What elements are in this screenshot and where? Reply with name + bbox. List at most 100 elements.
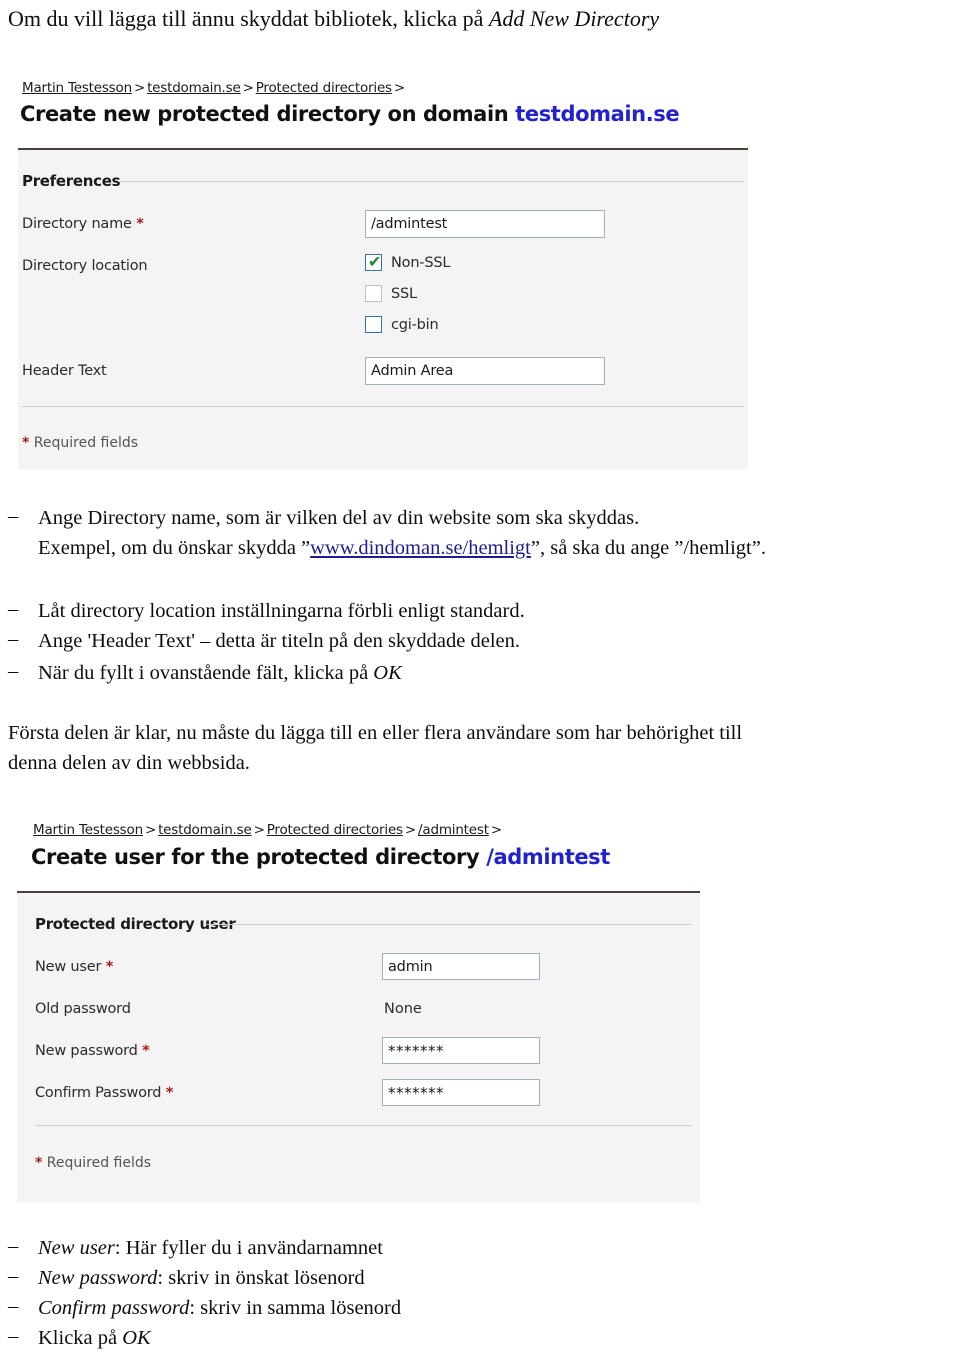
bullet-marker-6: – [8,1265,19,1287]
bullet-7-rest: : skriv in samma lösenord [189,1297,402,1319]
section-title-protected-directory-user: Protected directory user [35,915,236,933]
breadcrumb-2-item-protected-directories[interactable]: Protected directories [267,822,403,838]
section-title-preferences: Preferences [22,172,121,190]
intro-heading-text: Om du vill lägga till ännu skyddat bibli… [8,6,489,31]
value-old-password: None [384,1001,422,1017]
label-directory-name-text: Directory name [22,216,132,232]
screenshot-create-directory: Martin Testesson > testdomain.se > Protected… [0,70,760,480]
intro-heading: Om du vill lägga till ännu skyddat bibli… [8,6,659,32]
breadcrumb-2-item-domain[interactable]: testdomain.se [158,822,252,838]
breadcrumb-2-separator-1: > [144,822,157,838]
bullet-8-text: Klicka på OK [38,1325,151,1351]
input-confirm-password-value: ******* [388,1083,444,1102]
bullet-3-text: Ange 'Header Text' – detta är titeln på … [38,630,521,652]
input-new-user-value: admin [388,958,433,975]
label-old-password: Old password [35,1001,131,1017]
page-title-create-directory: Create new protected directory on domain… [20,102,680,126]
required-asterisk-directory-name: * [136,216,144,232]
bullet-marker-1: – [8,505,19,527]
panel-footer-divider [22,406,744,407]
panel-2-footer-divider [35,1125,692,1126]
required-asterisk-confirm-password: * [165,1085,174,1101]
breadcrumb-create-user[interactable]: Martin Testesson > testdomain.se > Protected… [33,822,504,838]
checkbox-non-ssl-icon[interactable]: ✔ [365,252,382,271]
bullet-marker-8: – [8,1325,19,1347]
required-asterisk-new-password: * [142,1043,150,1059]
bullet-marker-2: – [8,598,19,620]
required-fields-note-2: * Required fields [35,1155,151,1171]
bullet-8-pre: Klicka på [38,1327,123,1349]
checkbox-cgi-bin-icon[interactable] [365,316,382,333]
bullet-5-emphasis: New user [38,1237,115,1259]
label-new-password: New password * [35,1043,150,1059]
section-divider-protected-directory-user [207,924,692,925]
screenshot-create-user: Martin Testesson > testdomain.se > Protected… [0,815,720,1205]
breadcrumb-2-item-directory[interactable]: /admintest [418,822,489,838]
bullet-1-line-1: Ange Directory name, som är vilken del a… [38,507,640,529]
breadcrumb-item-domain[interactable]: testdomain.se [147,80,241,96]
label-new-user: New user * [35,959,113,975]
bullet-4-ok-emphasis: OK [373,662,402,684]
checkbox-row-non-ssl[interactable]: ✔ Non-SSL [365,252,451,271]
label-directory-location: Directory location [22,258,148,274]
bullet-1-line-2: Exempel, om du önskar skydda ”www.dindom… [38,535,766,561]
bullet-2-text: Låt directory location inställningarna f… [38,600,525,622]
breadcrumb-separator-3: > [393,80,406,96]
required-asterisk-new-user: * [105,959,114,975]
breadcrumb-create-directory[interactable]: Martin Testesson > testdomain.se > Protected… [22,80,407,96]
protected-directory-user-panel: Protected directory user New user * admi… [17,891,700,1203]
bullet-1-line-2-post: ”, så ska du ange ”/hemligt”. [530,537,766,559]
breadcrumb-separator-1: > [133,80,146,96]
input-new-user[interactable]: admin [382,953,540,980]
input-new-password[interactable]: ******* [382,1037,540,1064]
breadcrumb-2-separator-2: > [253,822,265,838]
bullet-1-line-2-pre: Exempel, om du önskar skydda ” [38,537,311,559]
input-confirm-password[interactable]: ******* [382,1079,540,1106]
page-title-prefix: Create new protected directory on domain [20,102,516,126]
bullet-6-text: New password: skriv in önskat lösenord [38,1265,365,1291]
input-directory-name[interactable]: /admintest [365,210,605,238]
checkbox-row-ssl[interactable]: SSL [365,285,417,302]
bullet-marker-5: – [8,1235,19,1257]
intro-heading-emphasis: Add New Directory [488,6,660,31]
checkbox-label-non-ssl: Non-SSL [391,254,451,271]
input-directory-name-value: /admintest [371,216,448,232]
bullet-6-emphasis: New password [38,1267,158,1289]
bullet-5-rest: : Här fyller du i användarnamnet [114,1237,383,1259]
label-confirm-password: Confirm Password * [35,1085,173,1101]
breadcrumb-item-account[interactable]: Martin Testesson [22,80,132,96]
page-title-2-directory: /admintest [486,845,610,869]
label-confirm-password-text: Confirm Password [35,1085,162,1101]
paragraph-line-1: Första delen är klar, nu måste du lägga … [8,722,743,744]
breadcrumb-2-separator-4: > [490,822,502,838]
checkbox-label-cgi-bin: cgi-bin [391,316,439,333]
check-mark-icon: ✔ [368,252,382,271]
preferences-panel: Preferences Directory name * /admintest … [18,148,748,470]
label-directory-name: Directory name * [22,216,144,232]
bullet-marker-4: – [8,660,19,682]
bullet-5-text: New user: Här fyller du i användarnamnet [38,1235,383,1261]
label-new-password-text: New password [35,1043,138,1059]
bullet-6-rest: : skriv in önskat lösenord [157,1267,365,1289]
checkbox-label-ssl: SSL [391,285,417,302]
bullet-marker-3: – [8,628,19,650]
required-fields-text: Required fields [29,435,139,451]
bullet-7-text: Confirm password: skriv in samma lösenor… [38,1295,401,1321]
breadcrumb-item-protected-directories[interactable]: Protected directories [256,80,392,96]
bullet-4-text: När du fyllt i ovanstående fält, klicka … [38,660,402,686]
example-url-link[interactable]: www.dindoman.se/hemligt [310,537,531,559]
label-header-text: Header Text [22,363,107,379]
page-title-2-prefix: Create user for the protected directory [31,845,487,869]
breadcrumb-2-item-account[interactable]: Martin Testesson [33,822,143,838]
paragraph-line-2: denna delen av din webbsida. [8,752,250,774]
breadcrumb-separator-2: > [242,80,254,96]
label-new-user-text: New user [35,959,102,975]
checkbox-ssl-icon[interactable] [365,285,382,302]
page-title-domain: testdomain.se [515,102,680,126]
checkbox-row-cgi-bin[interactable]: cgi-bin [365,316,439,333]
bullet-marker-7: – [8,1295,19,1317]
bullet-4-pre: När du fyllt i ovanstående fält, klicka … [38,662,374,684]
breadcrumb-2-separator-3: > [404,822,417,838]
required-fields-note: * Required fields [22,435,138,451]
input-header-text[interactable]: Admin Area [365,357,605,385]
